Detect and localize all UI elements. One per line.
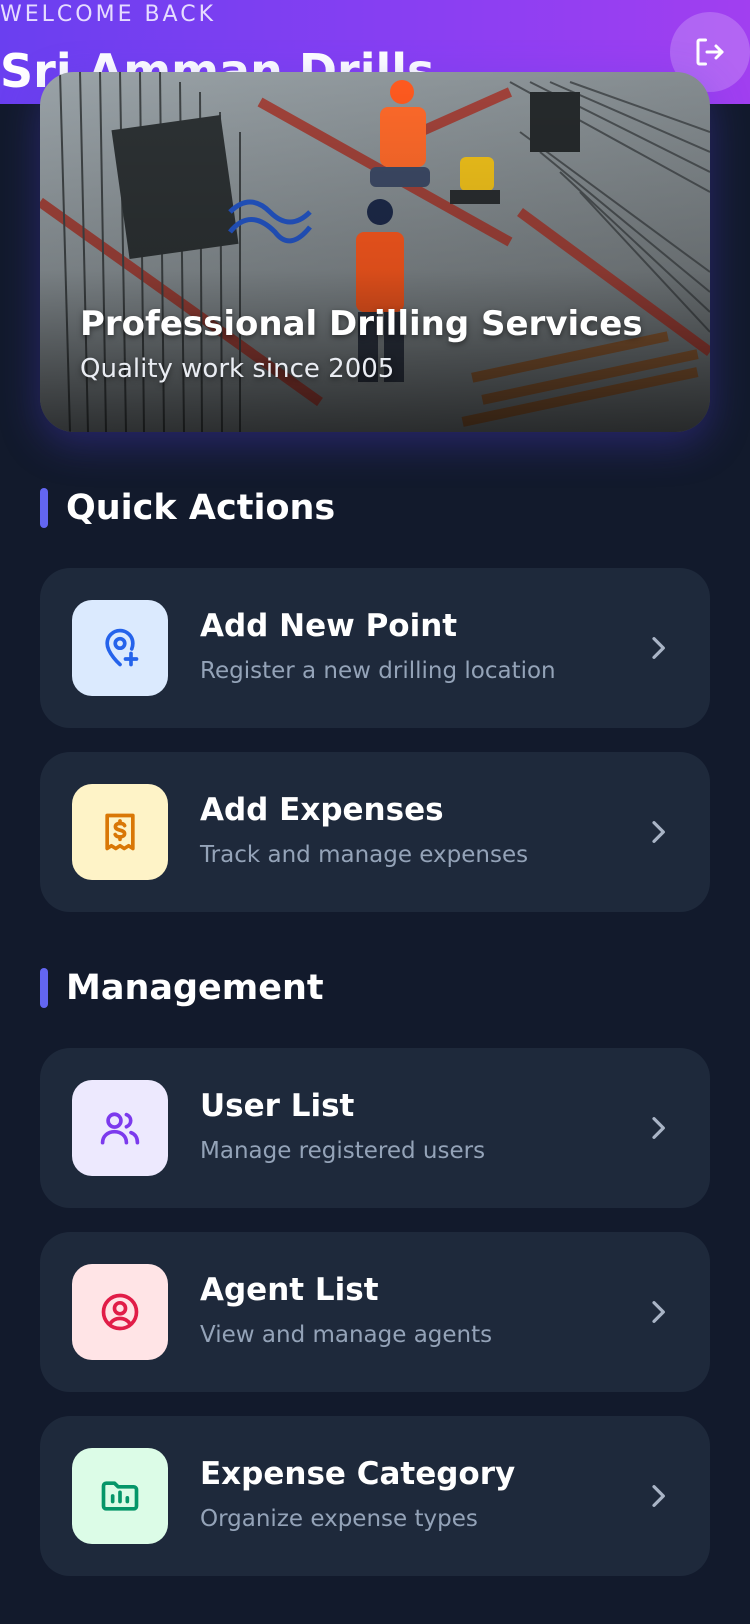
management-heading: Management [40,968,324,1008]
icon-tile [72,1448,168,1544]
icon-tile [72,1080,168,1176]
receipt-dollar-icon [105,813,135,851]
card-title: Agent List [200,1272,379,1308]
section-heading-text: Management [66,968,324,1008]
expense-category-card[interactable]: Expense Category Organize expense types [40,1416,710,1576]
hero-banner: Professional Drilling Services Quality w… [40,72,710,432]
card-description: Register a new drilling location [200,658,556,684]
card-title: User List [200,1088,355,1124]
card-title: Add Expenses [200,792,444,828]
quick-actions-heading: Quick Actions [40,488,335,528]
map-pin-plus-icon [105,628,139,667]
card-title: Add New Point [200,608,458,644]
card-description: Track and manage expenses [200,842,529,868]
section-accent-bar [40,968,48,1008]
add-new-point-card[interactable]: Add New Point Register a new drilling lo… [40,568,710,728]
icon-tile [72,784,168,880]
user-list-card[interactable]: User List Manage registered users [40,1048,710,1208]
section-accent-bar [40,488,48,528]
chevron-right-icon [652,821,665,843]
welcome-label: WELCOME BACK [0,2,217,27]
icon-tile [72,1264,168,1360]
card-description: View and manage agents [200,1322,493,1348]
hero-title: Professional Drilling Services [80,304,643,344]
users-icon [100,1112,140,1145]
hero-subtitle: Quality work since 2005 [80,354,395,384]
chevron-right-icon [652,1301,665,1323]
card-title: Expense Category [200,1456,516,1492]
add-expenses-card[interactable]: Add Expenses Track and manage expenses [40,752,710,912]
chevron-right-icon [652,637,665,659]
agent-list-card[interactable]: Agent List View and manage agents [40,1232,710,1392]
card-description: Organize expense types [200,1506,478,1532]
chevron-right-icon [652,1485,665,1507]
chevron-right-icon [652,1117,665,1139]
folder-chart-icon [101,1481,139,1511]
user-circle-icon [101,1293,139,1331]
icon-tile [72,600,168,696]
card-description: Manage registered users [200,1138,486,1164]
logout-icon [696,38,724,66]
section-heading-text: Quick Actions [66,488,336,528]
